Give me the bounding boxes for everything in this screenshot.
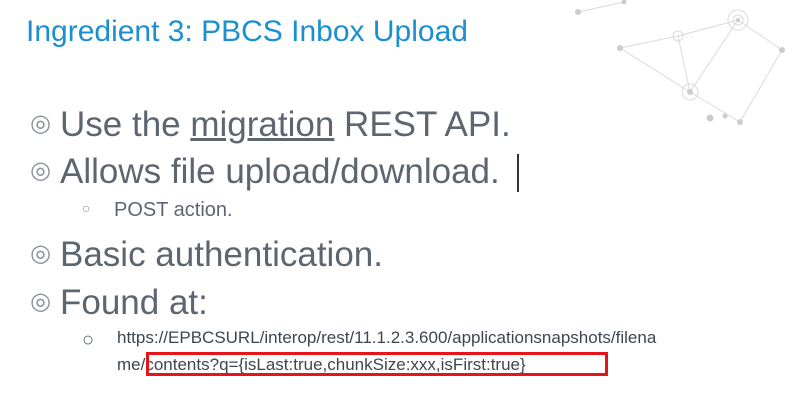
- sub-bullet-post: ○ POST action.: [82, 199, 233, 221]
- bullet-migration-api: ◎ Use the migration REST API.: [30, 105, 511, 144]
- bullet-icon: ◎: [30, 110, 51, 137]
- bullet-icon: ◎: [30, 288, 51, 315]
- bullet-file-upload: ◎ Allows file upload/download.: [30, 152, 500, 191]
- sub-bullet-icon: ○: [82, 329, 95, 351]
- highlight-box: [146, 352, 608, 376]
- bullet-icon: ◎: [30, 157, 51, 184]
- network-decoration: [575, 0, 785, 125]
- bullet-basic-auth: ◎ Basic authentication.: [30, 235, 383, 274]
- bullet-icon: ◎: [30, 240, 51, 267]
- migration-link[interactable]: migration: [190, 105, 334, 144]
- url-line-1: https://EPBCSURL/interop/rest/11.1.2.3.6…: [117, 328, 657, 347]
- bullet-found-at: ◎ Found at:: [30, 283, 208, 322]
- text-cursor: [517, 154, 519, 192]
- sub-bullet-icon: ○: [82, 200, 91, 216]
- slide-title: Ingredient 3: PBCS Inbox Upload: [26, 15, 468, 48]
